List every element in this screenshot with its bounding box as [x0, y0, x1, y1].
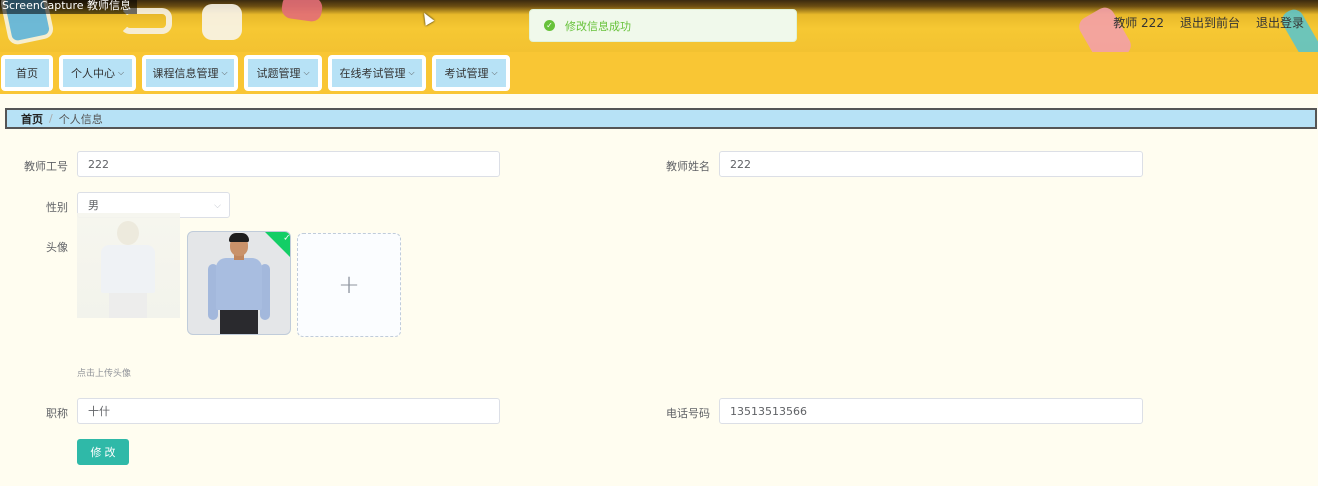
teacher-id-value: 222	[88, 157, 109, 171]
plus-icon: +	[338, 270, 360, 300]
logout-link[interactable]: 退出登录	[1256, 14, 1304, 31]
avatar-uploaded-image[interactable]: ✓	[187, 231, 291, 335]
back-to-frontend-link[interactable]: 退出到前台	[1180, 14, 1240, 31]
nav-item-personal-center[interactable]: 个人中心 ⌵	[59, 55, 136, 91]
nav-item-online-exam[interactable]: 在线考试管理 ⌵	[328, 55, 426, 91]
teacher-id-label: 教师工号	[24, 160, 68, 173]
gender-value: 男	[88, 199, 99, 212]
main-nav: 首页 个人中心 ⌵ 课程信息管理 ⌵ 试题管理 ⌵ 在线考试管理 ⌵ 考试管理 ⌵	[0, 52, 1318, 94]
chevron-down-icon: ⌵	[214, 201, 221, 211]
nav-item-label: 在线考试管理	[339, 67, 406, 80]
success-toast: ✓ 修改信息成功	[529, 9, 797, 42]
top-header: ScreenCapture 教师信息 ✓ 修改信息成功 教师 222 退出到前台…	[0, 0, 1318, 52]
avatar-upload-button[interactable]: +	[297, 233, 401, 337]
chevron-down-icon: ⌵	[117, 68, 125, 77]
title-value: 十什	[88, 405, 110, 418]
phone-value: 13513513566	[730, 404, 807, 418]
teacher-name-value: 222	[730, 157, 751, 171]
title-input[interactable]: 十什	[77, 398, 500, 424]
breadcrumb: 首页 / 个人信息	[5, 108, 1317, 129]
nav-item-home[interactable]: 首页	[1, 55, 53, 91]
nav-item-label: 课程信息管理	[152, 67, 219, 80]
header-links: 教师 222 退出到前台 退出登录	[1113, 14, 1304, 31]
teacher-name-input[interactable]: 222	[719, 151, 1143, 177]
teacher-id-input[interactable]: 222	[77, 151, 500, 177]
nav-item-course-info[interactable]: 课程信息管理 ⌵	[142, 55, 238, 91]
breadcrumb-home[interactable]: 首页	[21, 111, 43, 127]
nav-item-question-management[interactable]: 试题管理 ⌵	[244, 55, 322, 91]
nav-item-label: 考试管理	[444, 67, 489, 80]
toast-message: 修改信息成功	[565, 19, 631, 33]
nav-item-label: 试题管理	[256, 67, 301, 80]
nav-item-label: 首页	[16, 67, 38, 80]
submit-button[interactable]: 修 改	[77, 439, 129, 465]
avatar-label: 头像	[46, 241, 68, 254]
window-title: ScreenCapture 教师信息	[0, 0, 138, 14]
gender-label: 性别	[46, 201, 68, 214]
breadcrumb-current: 个人信息	[58, 112, 103, 126]
check-icon: ✓	[283, 233, 291, 244]
title-label: 职称	[46, 407, 68, 420]
upload-success-badge: ✓	[264, 232, 291, 260]
teacher-name-label: 教师姓名	[666, 160, 710, 173]
phone-label: 电话号码	[666, 407, 710, 420]
chevron-down-icon: ⌵	[221, 68, 228, 77]
breadcrumb-separator: /	[49, 112, 53, 125]
avatar-upload-hint: 点击上传头像	[77, 369, 132, 379]
chevron-down-icon: ⌵	[303, 68, 310, 77]
decor-shape	[280, 0, 324, 23]
decor-shape	[202, 4, 242, 40]
avatar-drag-preview	[77, 213, 180, 318]
chevron-down-icon: ⌵	[408, 68, 415, 77]
mouse-cursor-icon	[419, 10, 435, 26]
chevron-down-icon: ⌵	[491, 68, 498, 77]
nav-item-label: 个人中心	[70, 67, 115, 80]
check-circle-icon: ✓	[544, 20, 555, 31]
current-user-label: 教师 222	[1113, 16, 1164, 30]
phone-input[interactable]: 13513513566	[719, 398, 1143, 424]
nav-item-exam-management[interactable]: 考试管理 ⌵	[432, 55, 510, 91]
